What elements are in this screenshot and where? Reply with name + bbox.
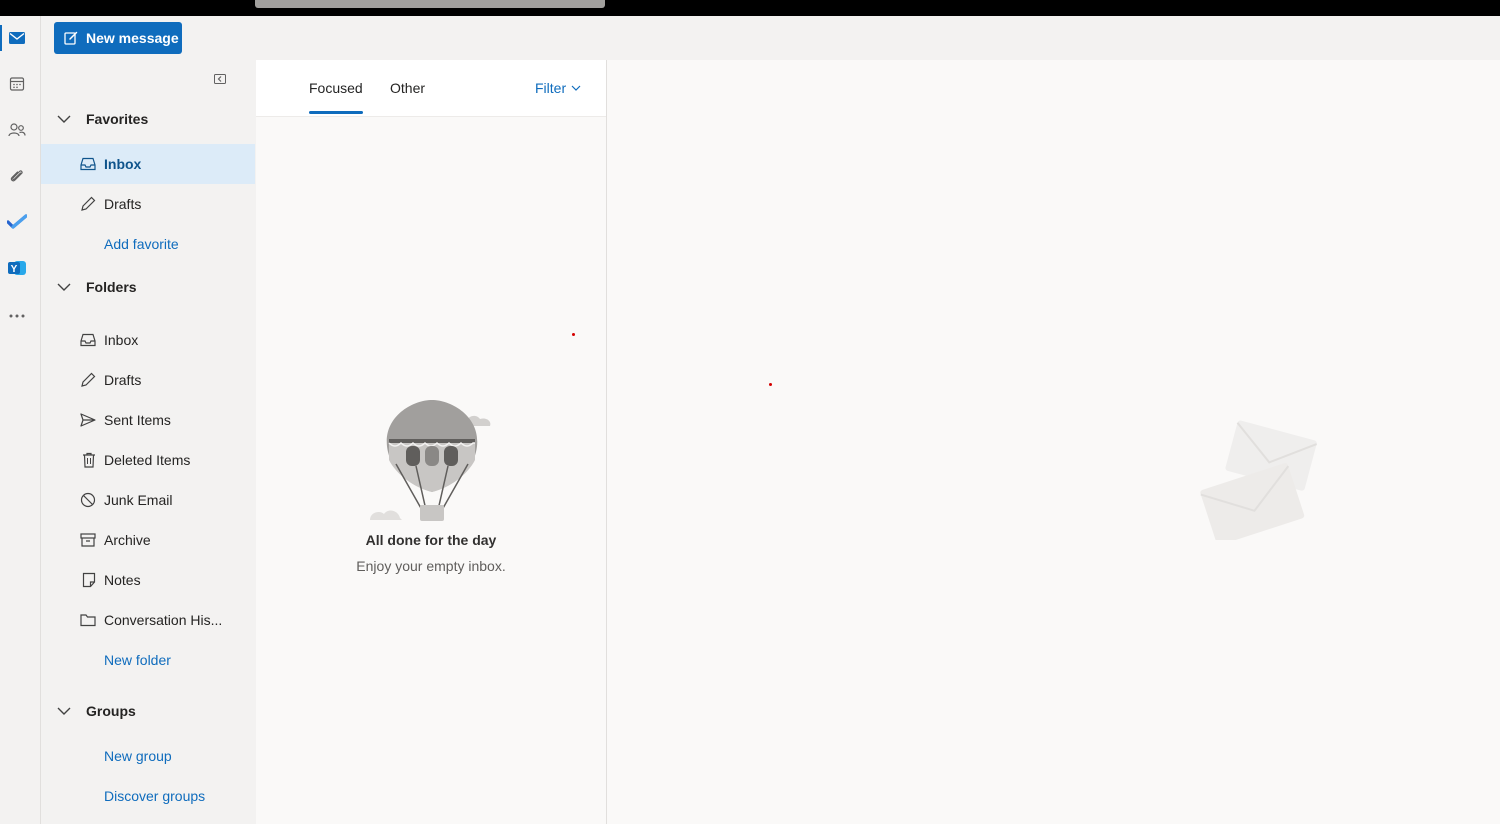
- folder-archive[interactable]: Archive: [41, 520, 255, 560]
- filter-button[interactable]: Filter: [535, 80, 581, 96]
- rail-todo[interactable]: [0, 205, 34, 239]
- chevron-down-icon: [57, 115, 70, 123]
- folder-label: Conversation His...: [104, 612, 223, 628]
- hot-air-balloon-illustration: [370, 400, 491, 521]
- discover-groups-label: Discover groups: [104, 788, 206, 804]
- note-icon: [82, 572, 96, 588]
- tab-focused-label: Focused: [309, 80, 363, 96]
- folder-pane: Favorites Inbox Drafts Add favorite Fold…: [41, 60, 255, 824]
- chevron-down-icon: [571, 85, 581, 91]
- new-message-label: New message: [86, 30, 179, 46]
- folder-label: Junk Email: [104, 492, 173, 508]
- filter-label: Filter: [535, 80, 567, 96]
- folder-label: Drafts: [104, 372, 142, 388]
- window-top-bar: [0, 0, 1500, 16]
- folder-drafts[interactable]: Drafts: [41, 360, 255, 400]
- rail-yammer[interactable]: Y: [0, 251, 34, 285]
- folders-heading: Folders: [86, 279, 137, 295]
- rail-people[interactable]: [0, 113, 34, 147]
- folder-sent-items[interactable]: Sent Items: [41, 400, 255, 440]
- folder-label: Sent Items: [104, 412, 171, 428]
- folder-notes[interactable]: Notes: [41, 560, 255, 600]
- section-groups[interactable]: Groups: [41, 696, 255, 726]
- todo-check-icon: [7, 214, 27, 229]
- favorite-inbox[interactable]: Inbox: [41, 144, 255, 184]
- archive-icon: [80, 533, 96, 547]
- mail-icon: [9, 32, 25, 44]
- discover-groups-link[interactable]: Discover groups: [41, 776, 255, 816]
- window-drag-handle[interactable]: [255, 0, 605, 8]
- folder-conversation-history[interactable]: Conversation His...: [41, 600, 255, 640]
- people-icon: [8, 123, 26, 137]
- folder-label: Notes: [104, 572, 141, 588]
- rail-files[interactable]: [0, 159, 34, 193]
- folder-inbox[interactable]: Inbox: [41, 320, 255, 360]
- tab-focused[interactable]: Focused: [309, 80, 363, 114]
- new-group-label: New group: [104, 748, 172, 764]
- add-favorite-link[interactable]: Add favorite: [41, 224, 255, 264]
- yammer-icon: Y: [8, 261, 26, 275]
- block-icon: [80, 492, 96, 508]
- inbox-icon: [80, 157, 96, 171]
- rail-more[interactable]: [0, 299, 34, 333]
- folder-junk-email[interactable]: Junk Email: [41, 480, 255, 520]
- pencil-icon: [81, 372, 96, 387]
- favorite-inbox-label: Inbox: [104, 156, 142, 172]
- send-icon: [80, 413, 96, 427]
- more-apps-icon: [9, 314, 25, 318]
- folder-icon: [80, 614, 96, 627]
- pencil-icon: [81, 196, 96, 211]
- section-favorites[interactable]: Favorites: [41, 104, 255, 134]
- tab-other[interactable]: Other: [390, 80, 425, 114]
- envelopes-illustration: [1200, 420, 1318, 540]
- favorite-drafts-label: Drafts: [104, 196, 142, 212]
- favorite-drafts[interactable]: Drafts: [41, 184, 255, 224]
- red-marker-dot: [769, 383, 772, 386]
- rail-mail[interactable]: [0, 21, 34, 55]
- app-rail: Y: [0, 16, 34, 824]
- folder-deleted-items[interactable]: Deleted Items: [41, 440, 255, 480]
- message-list-header: Focused Other Filter: [256, 60, 606, 117]
- rail-calendar[interactable]: [0, 67, 34, 101]
- folder-label: Inbox: [104, 332, 139, 348]
- favorites-heading: Favorites: [86, 111, 149, 127]
- calendar-icon: [9, 77, 25, 91]
- chevron-down-icon: [57, 707, 70, 715]
- reading-pane: [607, 60, 1500, 824]
- inbox-icon: [80, 333, 96, 347]
- tab-other-label: Other: [390, 80, 426, 96]
- empty-state-title: All done for the day: [365, 532, 497, 548]
- add-favorite-label: Add favorite: [104, 236, 179, 252]
- empty-state-subtitle: Enjoy your empty inbox.: [356, 558, 506, 574]
- collapse-icon: [214, 74, 226, 84]
- new-folder-link[interactable]: New folder: [41, 640, 255, 680]
- groups-heading: Groups: [86, 703, 136, 719]
- section-folders[interactable]: Folders: [41, 272, 255, 302]
- attachment-icon: [10, 170, 23, 182]
- new-message-button[interactable]: New message: [54, 22, 182, 54]
- chevron-down-icon: [57, 283, 70, 291]
- trash-icon: [83, 452, 95, 468]
- svg-text:Y: Y: [11, 264, 18, 275]
- folder-label: Archive: [104, 532, 151, 548]
- red-marker-dot: [572, 333, 575, 336]
- new-folder-label: New folder: [104, 652, 171, 668]
- message-list: Focused Other Filter All done for the da…: [256, 60, 607, 824]
- folder-label: Deleted Items: [104, 452, 191, 468]
- compose-icon: [64, 31, 78, 45]
- new-group-link[interactable]: New group: [41, 736, 255, 776]
- collapse-pane-button[interactable]: [213, 72, 227, 86]
